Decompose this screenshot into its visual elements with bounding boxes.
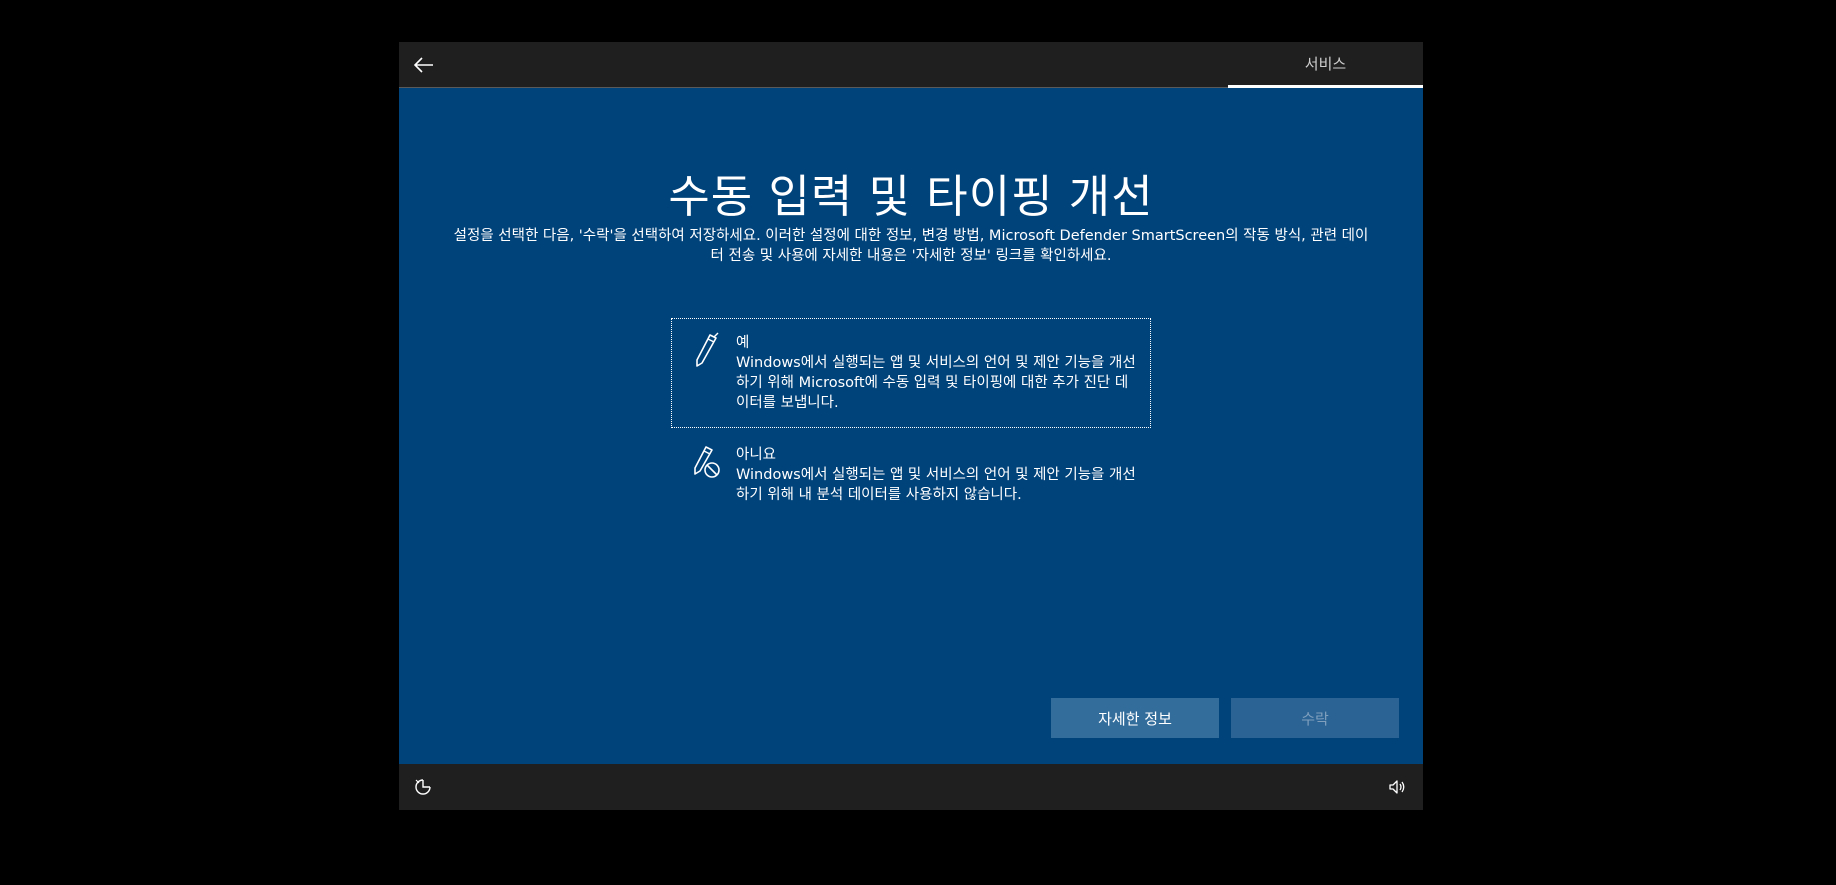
option-no[interactable]: 아니요 Windows에서 실행되는 앱 및 서비스의 언어 및 제안 기능을 … xyxy=(671,430,1151,520)
option-yes-description: Windows에서 실행되는 앱 및 서비스의 언어 및 제안 기능을 개선하기… xyxy=(736,355,1136,411)
top-bar: 서비스 xyxy=(399,42,1423,88)
page-title: 수동 입력 및 타이핑 개선 xyxy=(668,170,1154,223)
tab-services: 서비스 xyxy=(1228,42,1423,88)
oobe-window: 서비스 수동 입력 및 타이핑 개선 설정을 선택한 다음, '수락'을 선택하… xyxy=(399,42,1423,810)
page-description: 설정을 선택한 다음, '수락'을 선택하여 저장하세요. 이러한 설정에 대한… xyxy=(453,228,1369,264)
option-no-description: Windows에서 실행되는 앱 및 서비스의 언어 및 제안 기능을 개선하기… xyxy=(736,467,1136,503)
option-yes[interactable]: 예 Windows에서 실행되는 앱 및 서비스의 언어 및 제안 기능을 개선… xyxy=(671,318,1151,428)
bottom-bar xyxy=(399,764,1423,810)
option-no-title: 아니요 xyxy=(736,447,777,463)
back-button[interactable] xyxy=(409,50,439,80)
option-yes-title: 예 xyxy=(736,335,750,351)
pen-icon xyxy=(696,332,719,367)
option-list: 예 Windows에서 실행되는 앱 및 서비스의 언어 및 제안 기능을 개선… xyxy=(671,318,1151,520)
volume-icon[interactable] xyxy=(1387,777,1407,797)
arrow-left-icon xyxy=(414,57,433,73)
accept-button[interactable]: 수락 xyxy=(1231,698,1399,738)
pen-disabled-icon xyxy=(694,446,720,478)
ease-of-access-icon[interactable] xyxy=(413,777,433,797)
learn-more-button[interactable]: 자세한 정보 xyxy=(1051,698,1219,738)
